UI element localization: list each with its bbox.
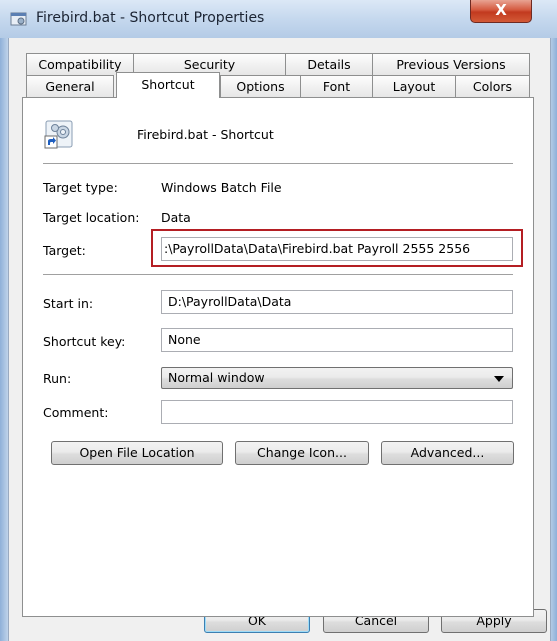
tab-font[interactable]: Font [300, 75, 373, 97]
shortcut-key-label: Shortcut key: [43, 334, 126, 349]
tab-details[interactable]: Details [285, 53, 373, 75]
close-button[interactable]: X [470, 0, 532, 23]
shortcut-key-field[interactable]: None [161, 328, 513, 352]
divider [43, 274, 513, 275]
window-frame-left [0, 38, 8, 641]
comment-field[interactable] [161, 400, 513, 424]
run-dropdown-value: Normal window [168, 370, 265, 385]
shortcut-tab-panel: Firebird.bat - Shortcut Target type: Win… [22, 97, 534, 617]
shortcut-file-icon [10, 12, 27, 26]
tab-general[interactable]: General [26, 75, 114, 97]
tab-layout[interactable]: Layout [372, 75, 456, 97]
target-type-value: Windows Batch File [161, 180, 282, 195]
target-location-label: Target location: [43, 210, 140, 225]
tab-options[interactable]: Options [220, 75, 301, 97]
run-dropdown[interactable]: Normal window [161, 367, 513, 389]
target-type-label: Target type: [43, 180, 118, 195]
batch-file-icon [44, 120, 73, 149]
comment-label: Comment: [43, 405, 109, 420]
target-field[interactable]: :\PayrollData\Data\Firebird.bat Payroll … [161, 237, 513, 261]
tab-shortcut[interactable]: Shortcut [116, 72, 220, 98]
tab-previous-versions[interactable]: Previous Versions [372, 53, 530, 75]
start-in-label: Start in: [43, 296, 94, 311]
start-in-field[interactable]: D:\PayrollData\Data [161, 290, 513, 314]
run-label: Run: [43, 371, 72, 386]
close-icon: X [495, 1, 507, 19]
properties-window: Firebird.bat - Shortcut Properties X Com… [0, 0, 557, 641]
title-bar[interactable]: Firebird.bat - Shortcut Properties X [0, 0, 557, 38]
target-label: Target: [43, 243, 86, 258]
advanced-button[interactable]: Advanced... [381, 441, 514, 465]
change-icon-button[interactable]: Change Icon... [235, 441, 369, 465]
window-title: Firebird.bat - Shortcut Properties [36, 10, 265, 26]
target-location-value: Data [161, 210, 191, 225]
shortcut-name: Firebird.bat - Shortcut [137, 127, 274, 142]
chevron-down-icon [494, 376, 504, 382]
divider [43, 163, 513, 164]
open-file-location-button[interactable]: Open File Location [51, 441, 223, 465]
tab-colors[interactable]: Colors [455, 75, 530, 97]
